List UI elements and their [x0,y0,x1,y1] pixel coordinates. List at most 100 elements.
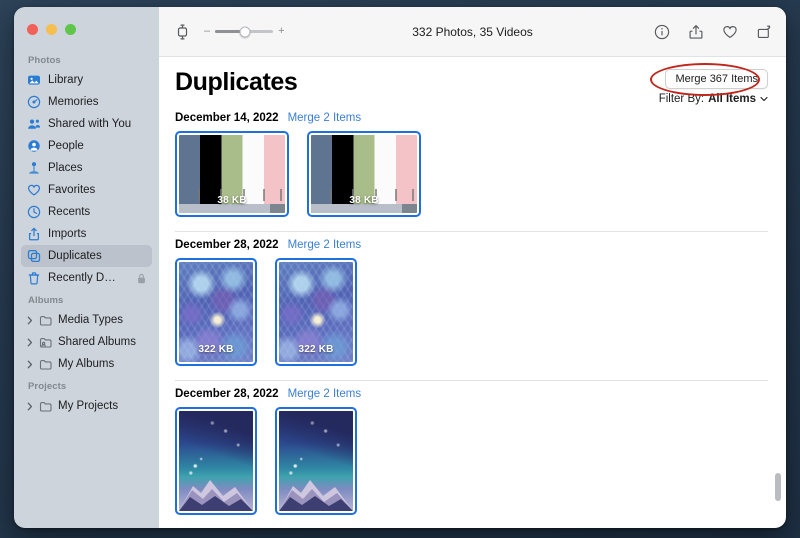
sidebar-item-label: Duplicates [48,250,102,262]
photo-image [279,411,353,511]
sidebar-item-recents[interactable]: Recents [21,201,152,223]
folder-icon [39,313,53,327]
window-traffic-lights [14,15,159,49]
zoom-in-label[interactable]: + [278,26,284,37]
sidebar-item-imports[interactable]: Imports [21,223,152,245]
duplicates-scroll-area[interactable]: Duplicates Merge 367 Items Filter By: Al… [159,57,786,528]
heart-icon [27,183,41,197]
photos-window: Photos Library Memories Shared with You Peop… [14,7,786,528]
sidebar-item-media-types[interactable]: Media Types [21,309,152,331]
rotate-icon[interactable] [756,24,772,40]
sidebar-item-people[interactable]: People [21,135,152,157]
duplicate-group: December 14, 2022 Merge 2 Items 38 KB 38 KB [175,105,786,232]
imports-icon [27,227,41,241]
zoom-slider-track[interactable] [215,26,274,37]
sidebar-item-label: Memories [48,96,99,108]
duplicates-icon [27,249,41,263]
photo-image [179,411,253,511]
file-size-badge: 322 KB [198,344,234,355]
duplicate-group: December 28, 2022 Merge 2 Items [175,381,786,515]
people-icon [27,139,41,153]
chevron-right-icon[interactable] [25,402,34,411]
sidebar-item-places[interactable]: Places [21,157,152,179]
group-date: December 28, 2022 [175,388,279,400]
mountain-silhouette [179,469,253,511]
group-merge-link[interactable]: Merge 2 Items [288,112,362,124]
sidebar-item-shared-albums[interactable]: Shared Albums [21,331,152,353]
file-size-badge: 38 KB [349,195,379,206]
sidebar-item-duplicates[interactable]: Duplicates [21,245,152,267]
group-date: December 14, 2022 [175,112,279,124]
zoom-slider[interactable]: – + [204,26,285,37]
thumbnail-row [175,407,786,515]
file-size-badge: 38 KB [217,195,247,206]
sidebar-item-label: Library [48,74,84,86]
merge-all-button[interactable]: Merge 367 Items [665,69,768,89]
group-date: December 28, 2022 [175,239,279,251]
places-icon [27,161,41,175]
zoom-slider-knob[interactable] [239,26,251,37]
heart-icon[interactable] [722,24,738,40]
page-title: Duplicates [175,68,298,96]
photo-thumbnail[interactable] [175,407,257,515]
thumbnail-image: 38 KB [311,135,417,213]
chevron-right-icon[interactable] [25,316,34,325]
group-merge-link[interactable]: Merge 2 Items [288,239,362,251]
zoom-button[interactable] [65,24,76,35]
duplicate-groups: December 14, 2022 Merge 2 Items 38 KB 38 KB… [175,105,786,515]
photo-thumbnail[interactable]: 38 KB [307,131,421,217]
sidebar-item-my-projects[interactable]: My Projects [21,395,152,417]
group-merge-link[interactable]: Merge 2 Items [288,388,362,400]
sidebar-item-label: Media Types [58,314,123,326]
sidebar-item-label: Shared with You [48,118,132,130]
sidebar-toggle-icon[interactable] [175,24,190,40]
info-icon[interactable] [654,24,670,40]
library-icon [27,73,41,87]
sidebar: Photos Library Memories Shared with You Peop… [14,7,159,528]
sidebar-item-my-albums[interactable]: My Albums [21,353,152,375]
mountain-silhouette [279,469,353,511]
share-icon[interactable] [688,24,704,40]
sidebar-item-library[interactable]: Library [21,69,152,91]
photo-thumbnail[interactable]: 38 KB [175,131,289,217]
sidebar-item-label: Shared Albums [58,336,136,348]
thumbnail-image [179,411,253,511]
close-button[interactable] [27,24,38,35]
zoom-out-label[interactable]: – [204,26,210,37]
sidebar-item-memories[interactable]: Memories [21,91,152,113]
sidebar-item-label: My Albums [58,358,115,370]
sidebar-item-recently-d[interactable]: Recently D… [21,267,152,289]
page-header: Duplicates Merge 367 Items Filter By: Al… [175,57,786,105]
photo-thumbnail[interactable] [275,407,357,515]
minimize-button[interactable] [46,24,57,35]
sidebar-item-shared-with-you[interactable]: Shared with You [21,113,152,135]
duplicate-group: December 28, 2022 Merge 2 Items 322 KB 322 … [175,232,786,381]
vertical-scrollbar-thumb[interactable] [775,473,781,501]
memories-icon [27,95,41,109]
filter-by-value: All Items [708,93,756,105]
chevron-down-icon[interactable] [760,96,768,102]
thumbnail-image: 38 KB [179,135,285,213]
group-header: December 28, 2022 Merge 2 Items [175,235,786,258]
filter-by-control[interactable]: Filter By: All Items [659,93,768,105]
sidebar-item-label: Places [48,162,83,174]
thumbnail-image: 322 KB [279,262,353,362]
photo-thumbnail[interactable]: 322 KB [175,258,257,366]
sidebar-item-favorites[interactable]: Favorites [21,179,152,201]
toolbar: – + 332 Photos, 35 Videos [159,7,786,57]
sidebar-section-title: Projects [28,381,67,392]
chevron-right-icon[interactable] [25,338,34,347]
shared-folder-icon [39,335,53,349]
chevron-right-icon[interactable] [25,360,34,369]
sidebar-item-label: People [48,140,84,152]
toolbar-actions [654,24,772,40]
header-actions: Merge 367 Items Filter By: All Items [649,63,768,105]
sidebar-item-label: Recents [48,206,91,218]
sidebar-item-label: Recently D… [48,272,116,284]
thumbnail-image [279,411,353,511]
clock-icon [27,205,41,219]
photo-thumbnail[interactable]: 322 KB [275,258,357,366]
sidebar-item-label: My Projects [58,400,119,412]
sidebar-item-label: Favorites [48,184,96,196]
filter-by-label: Filter By: [658,93,705,105]
